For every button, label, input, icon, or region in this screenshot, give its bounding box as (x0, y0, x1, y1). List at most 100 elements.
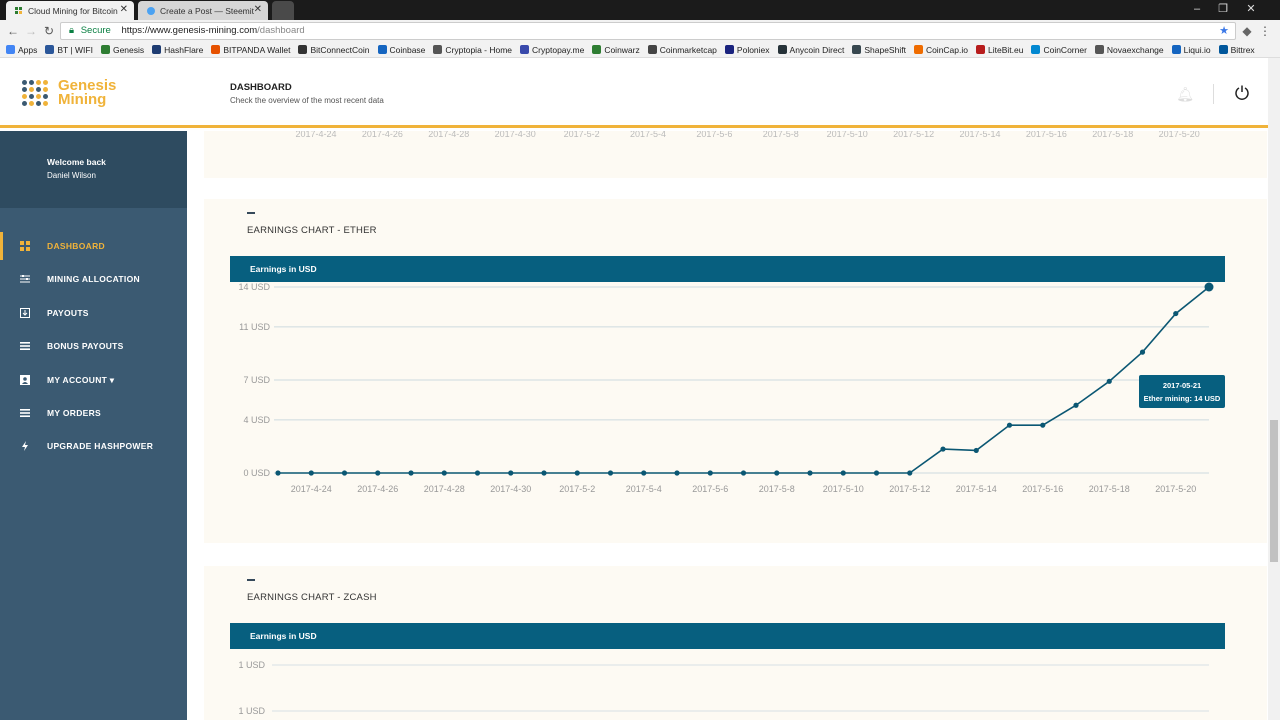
sidebar-item-bonus-payouts[interactable]: BONUS PAYOUTS (0, 330, 187, 362)
bookmark-item[interactable]: CoinCap.io (913, 45, 968, 55)
data-point[interactable] (574, 470, 580, 476)
sidebar-item-payouts[interactable]: PAYOUTS (0, 297, 187, 329)
bookmark-label: Coinwarz (604, 44, 640, 55)
back-icon[interactable]: ← (6, 24, 20, 38)
sidebar-item-dashboard[interactable]: DASHBOARD (0, 230, 187, 262)
page-scrollbar[interactable] (1268, 58, 1280, 720)
bookmark-favicon-icon (1218, 45, 1228, 54)
data-point[interactable] (1139, 349, 1146, 355)
minimize-icon[interactable]: – (1186, 2, 1208, 16)
data-point[interactable] (674, 470, 680, 476)
address-bar: ← → ↻ 🔒︎ Secure https://www.genesis-mini… (0, 20, 1280, 42)
data-point[interactable] (873, 470, 880, 476)
steemit-favicon-icon (147, 7, 155, 15)
data-point[interactable] (707, 470, 713, 476)
tab-cloud-mining[interactable]: Cloud Mining for Bitcoin ✕ (6, 1, 134, 20)
bookmark-item[interactable]: Apps (6, 45, 37, 55)
bookmark-item[interactable]: CoinCorner (1031, 45, 1087, 55)
bookmark-item[interactable]: BitConnectCoin (298, 44, 370, 55)
data-point[interactable] (308, 470, 314, 476)
url-input[interactable]: 🔒︎ Secure https://www.genesis-mining.com… (60, 22, 1236, 40)
bookmark-item[interactable]: Cryptopay.me (520, 45, 584, 55)
ether-earnings-chart[interactable]: 0 USD 4 USD 7 USD 11 USD 14 USD 2017-4-24 2017… (204, 282, 1267, 543)
sidebar-item-label: MINING ALLOCATION (47, 274, 140, 285)
zcash-earnings-chart[interactable]: 1 USD 1 USD (204, 649, 1267, 720)
tooltip-value: Ether mining: 14 USD (1143, 394, 1221, 403)
data-point[interactable] (275, 470, 281, 476)
bookmark-item[interactable]: Bittrex (1218, 45, 1255, 55)
bookmark-item[interactable]: Genesis (100, 45, 144, 55)
data-point[interactable] (940, 446, 946, 452)
menu-icon[interactable]: ⋮ (1258, 24, 1272, 38)
data-point[interactable] (774, 470, 780, 476)
data-point[interactable] (508, 470, 514, 476)
close-icon[interactable]: ✕ (120, 4, 128, 15)
data-point[interactable] (1073, 402, 1079, 408)
data-point[interactable] (408, 470, 414, 476)
data-point[interactable] (607, 470, 614, 476)
bookmark-item[interactable]: Poloniex (724, 45, 770, 55)
bookmark-favicon-icon (45, 45, 55, 54)
account-icon (20, 374, 30, 385)
data-point[interactable] (341, 470, 348, 476)
maximize-icon[interactable]: ❐ (1212, 2, 1234, 16)
data-point[interactable] (474, 470, 481, 476)
power-icon[interactable] (1234, 84, 1250, 100)
bookmark-item[interactable]: ShapeShift (852, 45, 906, 55)
sidebar-item-upgrade-hashpower[interactable]: UPGRADE HASHPOWER (0, 430, 187, 462)
bookmark-item[interactable]: HashFlare (152, 45, 203, 55)
data-point[interactable] (740, 470, 747, 476)
data-point[interactable] (907, 470, 913, 476)
x-tick-label: 2017-5-6 (696, 131, 732, 139)
y-tick-label: 0 USD (243, 468, 270, 478)
bookmark-label: Cryptopay.me (532, 44, 585, 55)
new-tab-button[interactable] (272, 1, 294, 20)
data-point[interactable] (840, 470, 846, 476)
bookmark-item[interactable]: BITPANDA Wallet (211, 45, 290, 55)
data-point[interactable] (973, 447, 979, 454)
bookmark-item[interactable]: LiteBit.eu (976, 45, 1023, 55)
bookmark-item[interactable]: Anycoin Direct (777, 45, 844, 55)
window-close-icon[interactable]: ✕ (1240, 2, 1262, 16)
bookmark-item[interactable]: Coinmarketcap (647, 45, 717, 55)
bookmark-item[interactable]: Coinbase (377, 45, 425, 55)
bookmark-label: BT | WIFI (57, 44, 93, 55)
main-content: 2017-4-24 2017-4-26 2017-4-28 2017-4-30 2017… (187, 131, 1280, 720)
reload-icon[interactable]: ↻ (42, 24, 56, 38)
tab-steemit[interactable]: Create a Post — Steemit ✕ (138, 1, 268, 20)
data-point[interactable] (541, 470, 547, 476)
bookmark-item[interactable]: Novaexchange (1094, 45, 1164, 55)
bell-icon[interactable]: 🔔︎ (1176, 86, 1194, 103)
genesis-logo-icon[interactable] (22, 80, 48, 106)
close-icon[interactable]: ✕ (254, 4, 262, 15)
data-point[interactable] (1006, 422, 1013, 428)
bookmark-label: BitConnectCoin (310, 44, 370, 55)
data-point[interactable] (1204, 282, 1214, 292)
scrollbar-thumb[interactable] (1270, 420, 1278, 562)
data-point[interactable] (807, 470, 813, 476)
data-point[interactable] (1106, 378, 1112, 384)
welcome-panel: Welcome back Daniel Wilson (0, 131, 187, 208)
bookmark-item[interactable]: Cryptopia - Home (433, 45, 512, 55)
bookmark-star-icon[interactable]: ★ (1219, 23, 1229, 39)
bookmark-favicon-icon (852, 45, 862, 54)
data-point[interactable] (375, 470, 381, 476)
data-point[interactable] (1040, 422, 1046, 428)
bookmark-item[interactable]: BT | WIFI (45, 45, 93, 55)
data-point[interactable] (641, 470, 647, 476)
data-point[interactable] (441, 470, 447, 476)
logo-text[interactable]: Genesis Mining (58, 78, 116, 108)
bookmark-favicon-icon (433, 45, 443, 54)
bookmark-item[interactable]: Coinwarz (592, 44, 640, 55)
sidebar-item-my-account[interactable]: MY ACCOUNT ▾ (0, 364, 187, 396)
data-point[interactable] (1173, 310, 1179, 317)
genesis-favicon-icon (15, 7, 22, 14)
sidebar-item-mining-allocation[interactable]: MINING ALLOCATION (0, 263, 187, 295)
sidebar-item-my-orders[interactable]: MY ORDERS (0, 397, 187, 429)
bookmark-item[interactable]: Liqui.io (1171, 45, 1211, 55)
url-path: /dashboard (257, 25, 305, 36)
extension-icon[interactable]: ◆ (1240, 24, 1254, 38)
logo-line-2: Mining (58, 91, 107, 108)
y-tick-label: 14 USD (238, 282, 270, 292)
forward-icon[interactable]: → (24, 24, 38, 38)
